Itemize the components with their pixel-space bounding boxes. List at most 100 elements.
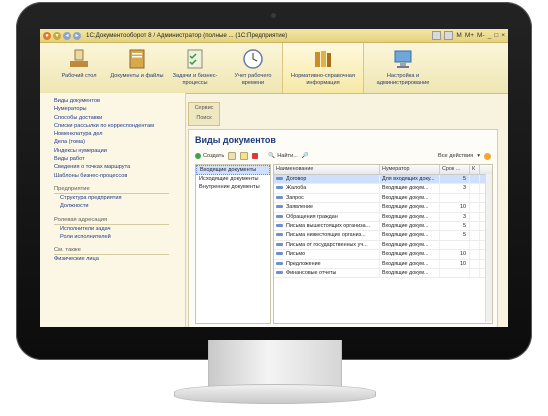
row-numerator: Входящие докум...: [380, 259, 440, 268]
row-name-cell: Договор: [274, 175, 380, 184]
row-extra: [470, 240, 480, 250]
table-row[interactable]: Заявление Входящие докум... 10: [274, 203, 492, 213]
row-name: Финансовые отчеты: [286, 269, 337, 276]
sidebar-link[interactable]: Структура предприятия: [54, 194, 185, 202]
menu-icon[interactable]: ▾: [53, 31, 61, 40]
vertical-scrollbar[interactable]: [485, 174, 492, 322]
table-row[interactable]: Договор Для входящих доку... 5: [274, 175, 492, 185]
cancel-search-icon[interactable]: 🔎: [302, 153, 309, 159]
table-row[interactable]: Жалоба Входящие докум... 3: [274, 184, 492, 194]
sidebar-link[interactable]: Индексы нумерации: [54, 147, 185, 155]
all-actions-menu[interactable]: Все действия: [438, 153, 473, 159]
sidebar-link[interactable]: Должности: [54, 202, 185, 210]
section-reference-info[interactable]: Нормативно-справочная информация: [282, 43, 364, 93]
sidebar-link[interactable]: Виды работ: [54, 155, 185, 163]
row-name: Жалоба: [286, 185, 307, 192]
maximize-icon[interactable]: □: [494, 32, 498, 39]
row-name: Запрос: [286, 194, 304, 201]
item-icon: [276, 186, 283, 190]
sidebar-link[interactable]: Шаблоны бизнес-процессов: [54, 172, 185, 180]
sidebar-link[interactable]: Нумераторы: [54, 105, 185, 113]
row-name-cell: Жалоба: [274, 184, 380, 193]
list-item[interactable]: Внутренние документы: [196, 183, 270, 191]
sidebar-link[interactable]: Номенклатура дел: [54, 130, 185, 138]
list-item[interactable]: Исходящие документы: [196, 175, 270, 183]
document-types-form: Виды документов Создать 🔍 Найти... 🔎 Все…: [188, 129, 498, 327]
chevron-down-icon[interactable]: ▾: [477, 153, 480, 159]
toolbar-icon[interactable]: [432, 31, 442, 40]
column-header[interactable]: Наименование: [274, 165, 380, 174]
row-numerator: Входящие докум...: [380, 268, 440, 278]
row-extra: [470, 203, 480, 212]
table-header: Наименование Нумератор Срок ... К: [274, 165, 492, 175]
table-row[interactable]: Письма вышестоящих организа... Входящие д…: [274, 221, 492, 232]
sidebar-link[interactable]: Способы доставки: [54, 114, 185, 122]
table-row[interactable]: Обращения граждан Входящие докум... 3: [274, 212, 492, 222]
row-name-cell: Письмо: [274, 250, 380, 259]
monitor-base: [174, 384, 376, 404]
desktop-icon: [70, 49, 88, 67]
app-screen: ● ▾ ◂ ▸ 1С:Документооборот 8 / Администр…: [40, 29, 508, 327]
search-icon: 🔍: [268, 153, 276, 159]
row-name: Заявление: [286, 204, 314, 211]
toolbar-icon[interactable]: [444, 31, 454, 40]
edit-icon[interactable]: [240, 152, 249, 160]
row-extra: [470, 212, 480, 221]
sidebar-link[interactable]: Роли исполнителей: [54, 233, 185, 241]
delete-icon[interactable]: [252, 153, 259, 159]
column-header[interactable]: Нумератор: [380, 165, 440, 174]
plus-icon: [195, 153, 201, 159]
app-logo-icon[interactable]: ●: [43, 31, 51, 40]
sidebar-link[interactable]: Дела (тома): [54, 138, 185, 146]
row-numerator: Входящие докум...: [380, 221, 440, 231]
sidebar-link[interactable]: Физические лица: [54, 255, 185, 263]
close-icon[interactable]: ×: [501, 32, 505, 39]
item-icon: [276, 252, 283, 256]
help-icon[interactable]: [484, 152, 491, 160]
memory-minus-button[interactable]: M-: [477, 32, 485, 39]
row-numerator: Входящие докум...: [380, 203, 440, 212]
admin-icon: [394, 50, 412, 68]
table-row[interactable]: Запрос Входящие докум...: [274, 193, 492, 204]
row-term: 5: [440, 175, 470, 184]
section-admin[interactable]: Настройка и администрирование: [364, 43, 442, 93]
table-row[interactable]: Письмо Входящие докум... 10: [274, 250, 492, 260]
row-name-cell: Предложение: [274, 259, 380, 268]
row-name: Договор: [286, 176, 307, 182]
sidebar-link[interactable]: Сведения о точках маршрута: [54, 163, 185, 171]
table-body: Договор Для входящих доку... 5 Жалоба Входящ…: [274, 175, 492, 279]
back-icon[interactable]: ◂: [63, 31, 71, 40]
list-item[interactable]: Входящие документы: [196, 165, 270, 175]
row-name-cell: Письма вышестоящих организа...: [274, 221, 380, 231]
section-desktop[interactable]: Рабочий стол: [50, 43, 108, 93]
search-button[interactable]: Поиск: [189, 113, 219, 123]
section-documents[interactable]: Документы и файлы: [108, 43, 166, 93]
sidebar-link[interactable]: Списки рассылки по корреспондентам: [54, 122, 185, 130]
camera-dot: [271, 13, 276, 18]
sidebar-group-title: См. также: [54, 246, 169, 256]
minimize-icon[interactable]: _: [488, 32, 492, 39]
table-row[interactable]: Письма нижестоящих организ... Входящие до…: [274, 231, 492, 241]
table-row[interactable]: Письма от государственных уч... Входящие …: [274, 240, 492, 251]
form-toolbar: Создать 🔍 Найти... 🔎 Все действия ▾: [195, 151, 491, 161]
table-row[interactable]: Предложение Входящие докум... 10: [274, 259, 492, 269]
row-name: Предложение: [286, 260, 321, 267]
forward-icon[interactable]: ▸: [73, 31, 81, 40]
column-header[interactable]: Срок ...: [440, 165, 470, 174]
section-worktime[interactable]: Учет рабочего времени: [224, 43, 282, 93]
sidebar-link[interactable]: Исполнители задач: [54, 225, 185, 233]
sidebar-link[interactable]: Виды документов: [54, 97, 185, 105]
row-extra: [470, 175, 480, 184]
sidebar-group-title: Ролевая адресация: [54, 216, 169, 225]
item-icon: [276, 224, 283, 228]
row-numerator: Входящие докум...: [380, 240, 440, 250]
section-tasks[interactable]: Задачи и бизнес-процессы: [166, 43, 224, 93]
table-row[interactable]: Финансовые отчеты Входящие докум...: [274, 268, 492, 279]
memory-button[interactable]: M: [456, 32, 461, 39]
column-header[interactable]: К: [470, 165, 480, 174]
copy-icon[interactable]: [228, 152, 237, 160]
find-button[interactable]: 🔍 Найти...: [268, 153, 298, 159]
memory-plus-button[interactable]: M+: [465, 32, 474, 39]
page-title: Виды документов: [195, 135, 276, 145]
create-button[interactable]: Создать: [195, 153, 224, 159]
